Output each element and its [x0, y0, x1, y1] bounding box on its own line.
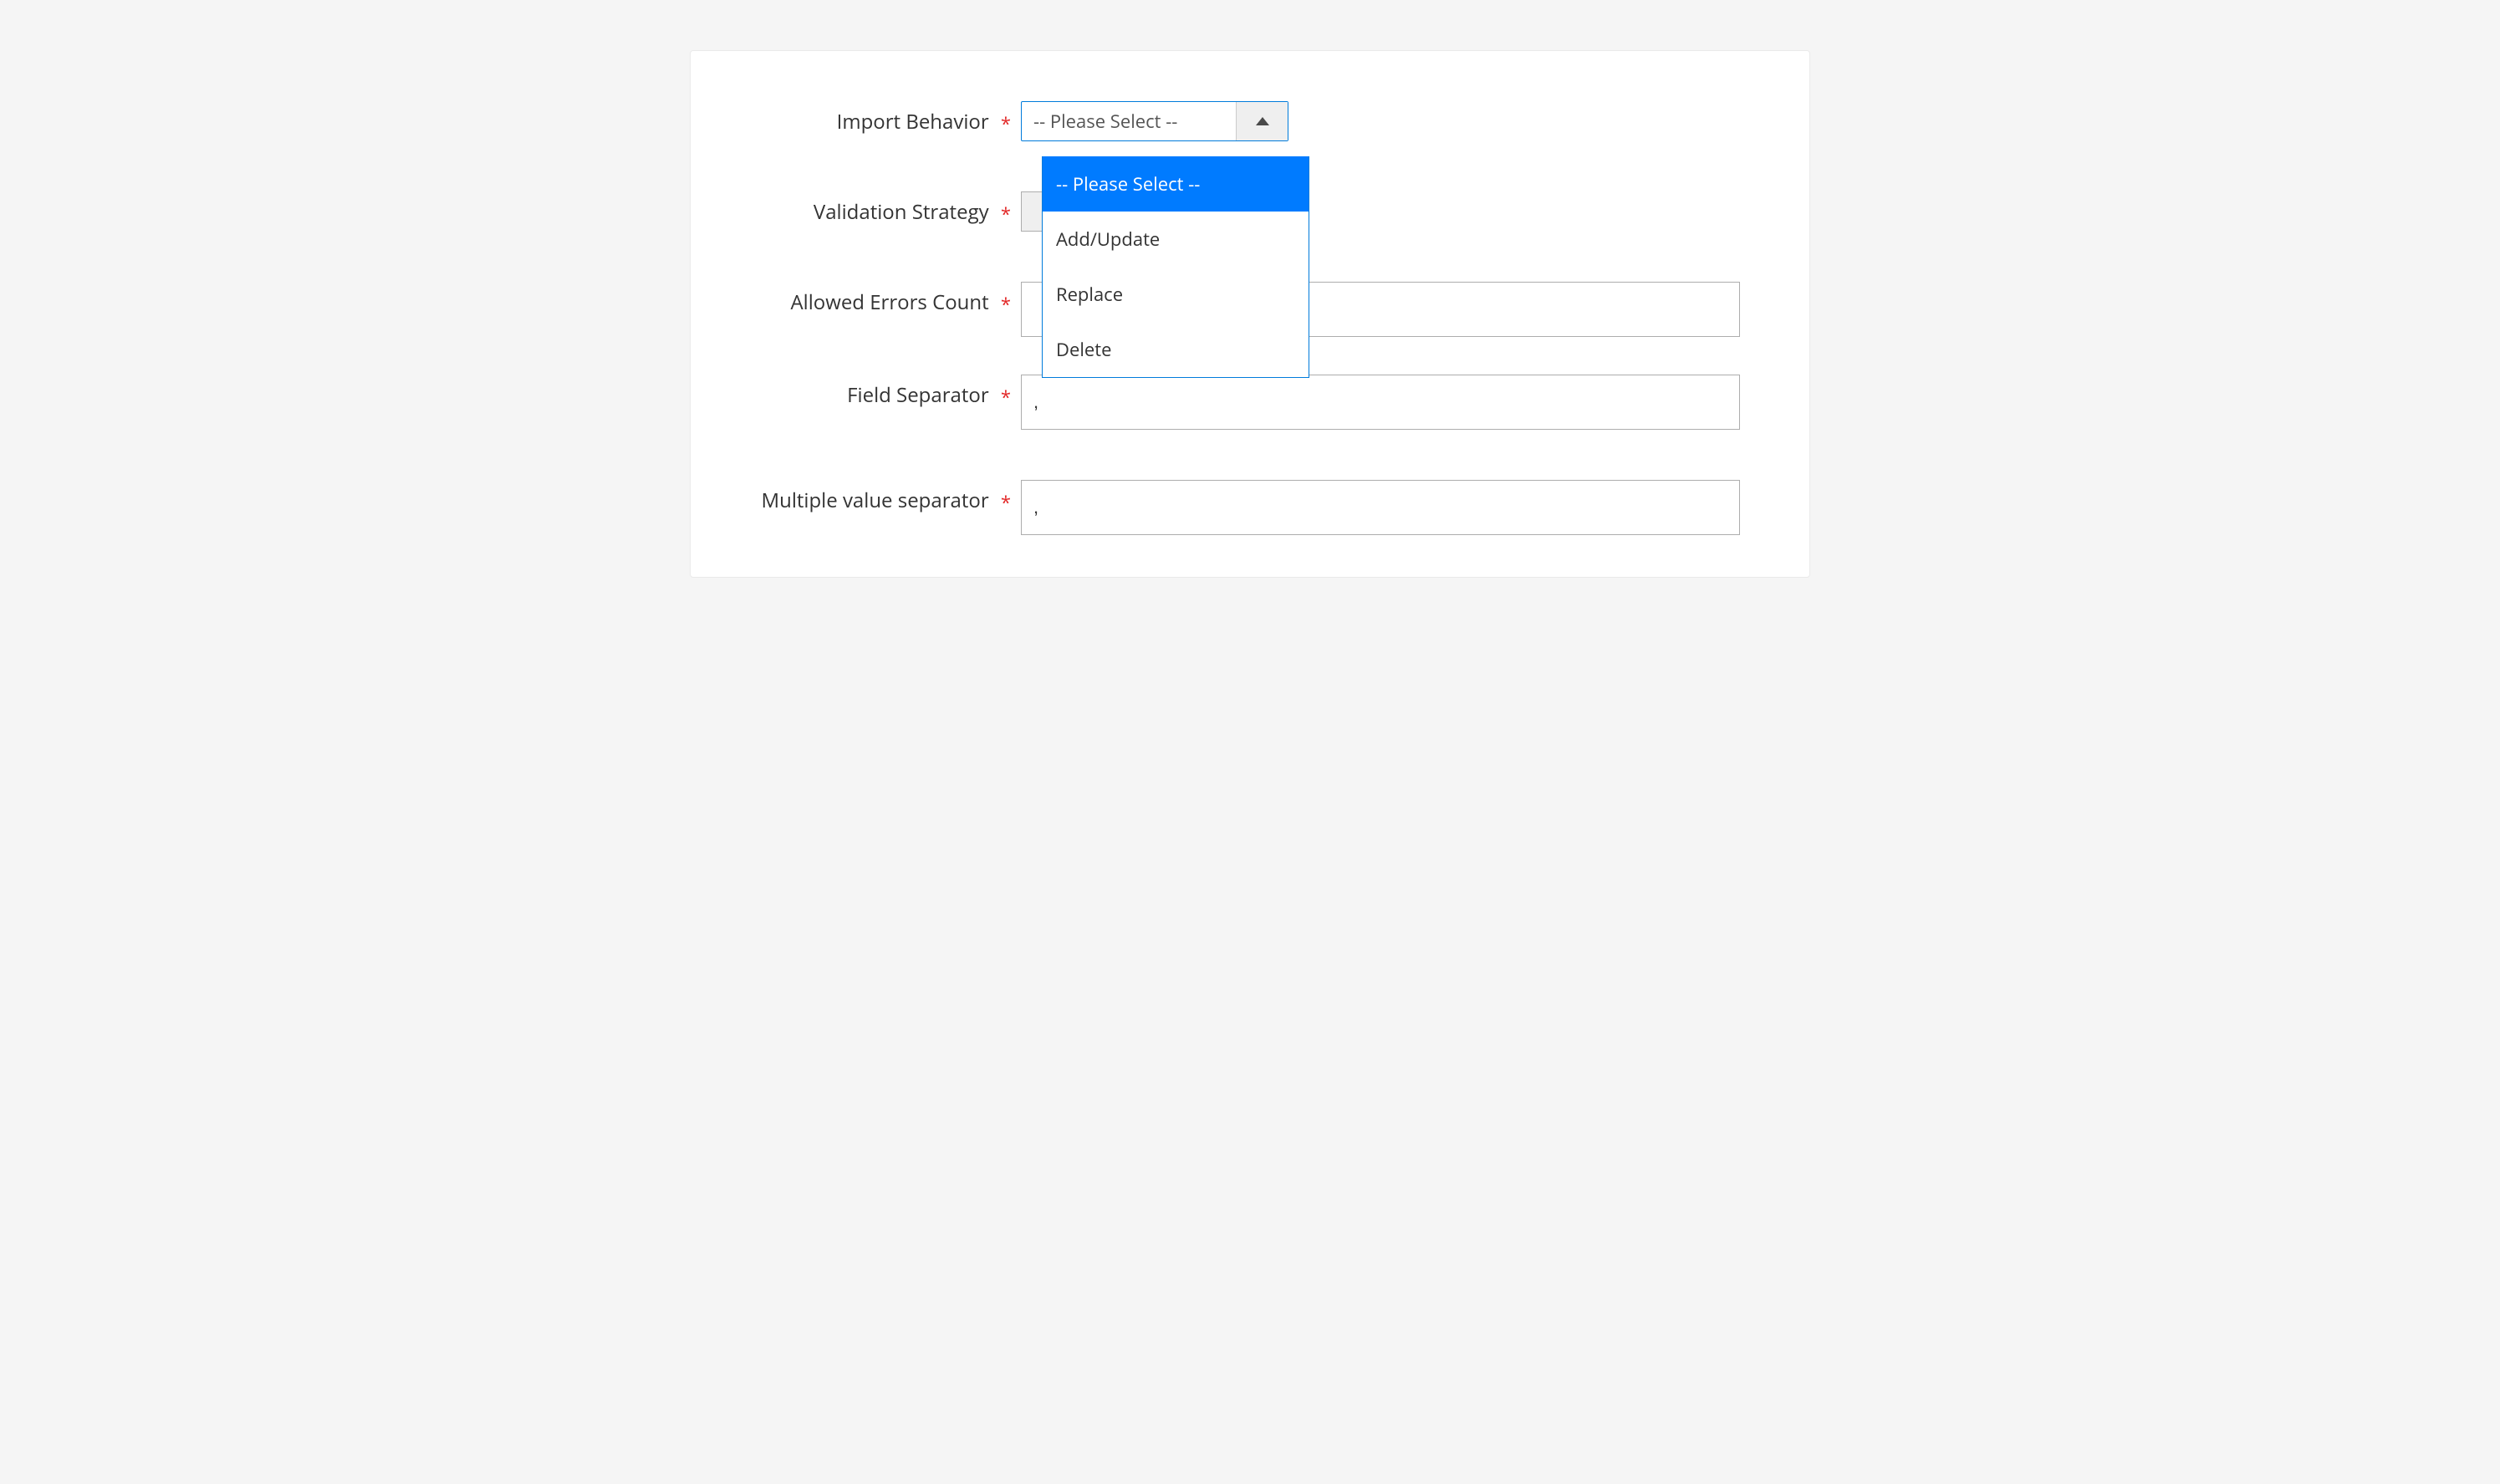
import-behavior-selected-text: -- Please Select --	[1022, 102, 1236, 140]
label-text-validation-strategy: Validation Strategy	[814, 198, 989, 226]
required-marker: *	[1001, 201, 1011, 227]
label-text-multiple-value-separator: Multiple value separator	[762, 487, 989, 514]
field-field-separator	[1021, 375, 1784, 430]
import-behavior-dropdown: -- Please Select -- Add/Update Replace D…	[1042, 156, 1309, 378]
label-import-behavior: Import Behavior *	[716, 101, 1021, 136]
label-text-field-separator: Field Separator	[847, 381, 989, 409]
field-import-behavior: -- Please Select --	[1021, 101, 1784, 141]
dropdown-option-please-select[interactable]: -- Please Select --	[1043, 156, 1309, 212]
dropdown-option-delete[interactable]: Delete	[1043, 322, 1309, 377]
dropdown-toggle-button[interactable]	[1236, 102, 1288, 140]
form-wrapper: Import Behavior * -- Please Select -- --…	[716, 101, 1784, 535]
required-marker: *	[1001, 385, 1011, 410]
dropdown-option-replace[interactable]: Replace	[1043, 267, 1309, 322]
field-multiple-value-separator	[1021, 480, 1784, 535]
label-text-import-behavior: Import Behavior	[837, 108, 989, 135]
row-field-separator: Field Separator *	[716, 375, 1784, 430]
required-marker: *	[1001, 490, 1011, 515]
chevron-up-icon	[1256, 117, 1269, 125]
required-marker: *	[1001, 292, 1011, 317]
row-multiple-value-separator: Multiple value separator *	[716, 480, 1784, 535]
label-text-allowed-errors: Allowed Errors Count	[791, 288, 989, 316]
row-import-behavior: Import Behavior * -- Please Select --	[716, 101, 1784, 141]
label-validation-strategy: Validation Strategy *	[716, 191, 1021, 227]
form-card: Import Behavior * -- Please Select -- --…	[690, 50, 1810, 578]
label-field-separator: Field Separator *	[716, 375, 1021, 410]
field-separator-input[interactable]	[1021, 375, 1740, 430]
required-marker: *	[1001, 111, 1011, 136]
label-allowed-errors: Allowed Errors Count *	[716, 282, 1021, 317]
multiple-value-separator-input[interactable]	[1021, 480, 1740, 535]
import-behavior-select[interactable]: -- Please Select --	[1021, 101, 1288, 141]
label-multiple-value-separator: Multiple value separator *	[716, 480, 1021, 515]
dropdown-option-add-update[interactable]: Add/Update	[1043, 212, 1309, 267]
